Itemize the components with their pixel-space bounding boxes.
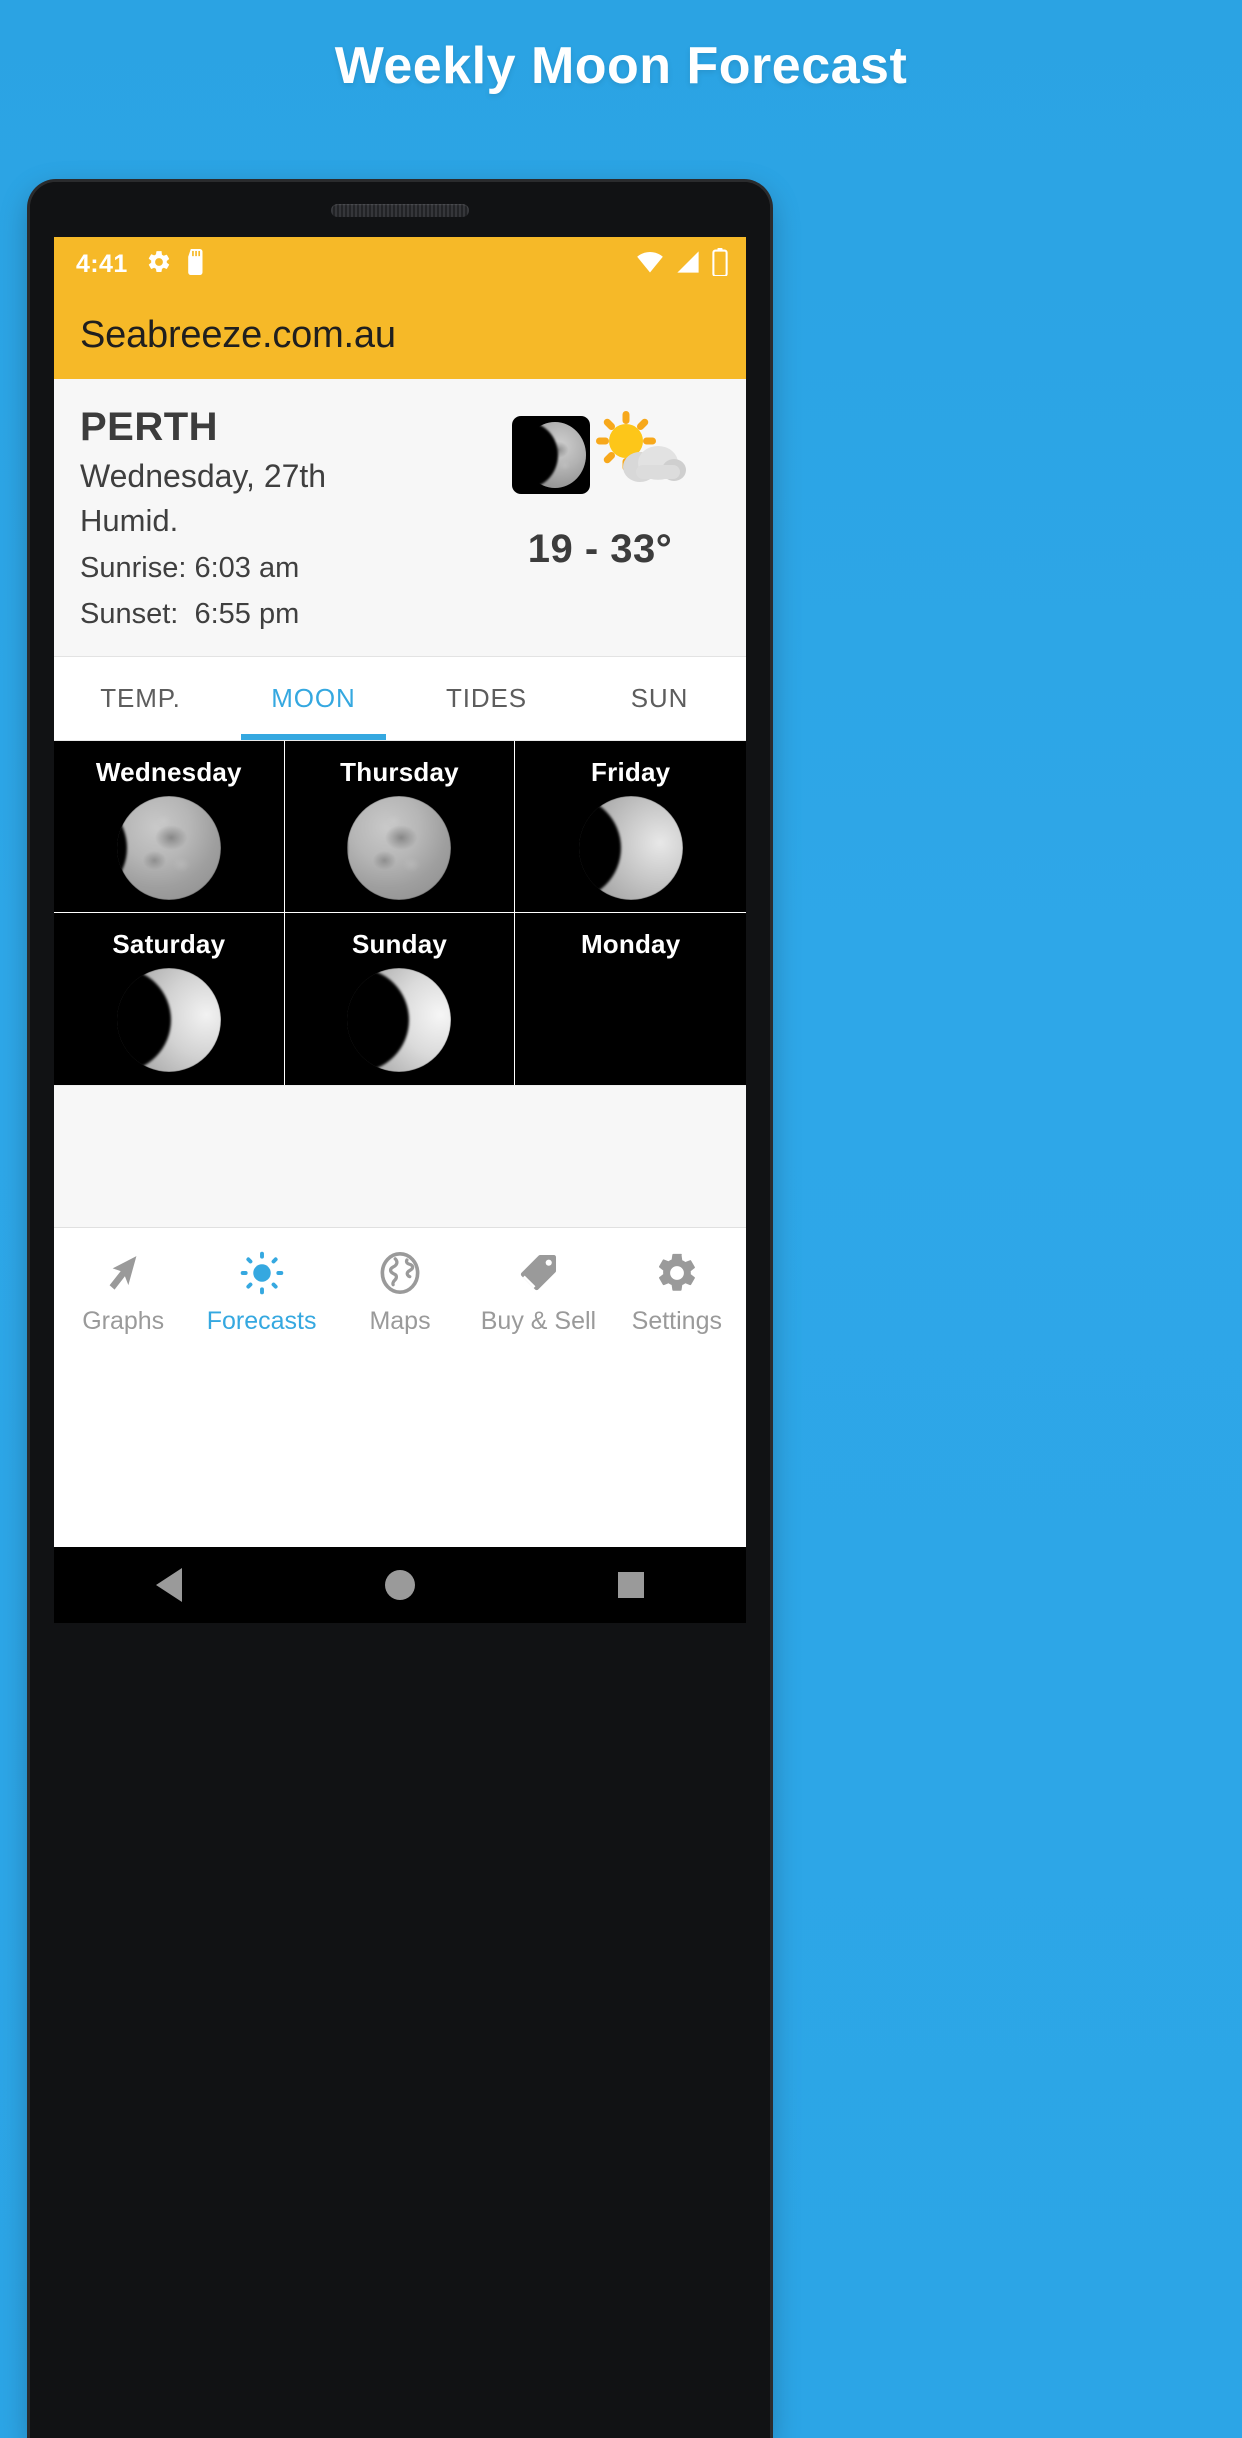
moon-day-cell[interactable]: Friday <box>515 741 746 913</box>
sun-icon <box>239 1247 285 1299</box>
back-button[interactable] <box>155 1568 182 1602</box>
ad-placeholder-area <box>54 1084 746 1227</box>
sunset-text: Sunset: 6:55 pm <box>80 598 300 631</box>
moon-phase-graphic <box>578 795 683 900</box>
summary-icon-block: 19 - 33° <box>480 405 720 634</box>
summary-text-block: PERTH Wednesday, 27th Humid. Sunrise: 6:… <box>80 405 480 634</box>
nav-item-buy-sell[interactable]: Buy & Sell <box>469 1247 607 1336</box>
location-name: PERTH <box>80 405 219 449</box>
status-bar: 4:41 <box>54 237 746 291</box>
moon-day-cell[interactable]: Monday <box>515 913 746 1085</box>
moon-phase-graphic <box>347 795 452 900</box>
nav-label: Settings <box>631 1306 722 1335</box>
earpiece-speaker <box>331 204 469 217</box>
moon-phase-graphic <box>347 967 452 1072</box>
arrow-up-right-icon <box>100 1247 146 1299</box>
summary-icons-row <box>512 409 688 501</box>
forecast-tabs: TEMP. MOON TIDES SUN <box>54 656 746 741</box>
nav-label: Buy & Sell <box>480 1306 597 1335</box>
moon-phase-icon <box>512 416 590 494</box>
location-summary-card: PERTH Wednesday, 27th Humid. Sunrise: 6:… <box>54 379 746 657</box>
tab-temp[interactable]: TEMP. <box>54 657 227 740</box>
gear-icon <box>654 1247 700 1299</box>
android-system-nav <box>54 1547 746 1623</box>
home-button[interactable] <box>384 1570 415 1600</box>
moon-phase-grid: Wednesday Thursday Friday Saturday Sunda… <box>54 740 746 1085</box>
moon-phase-graphic <box>116 795 221 900</box>
moon-day-label: Saturday <box>112 928 226 959</box>
nav-label: Maps <box>369 1306 431 1335</box>
moon-day-cell[interactable]: Thursday <box>284 740 516 913</box>
moon-day-label: Monday <box>580 928 681 959</box>
tab-moon[interactable]: MOON <box>227 657 400 740</box>
sunrise-text: Sunrise: 6:03 am <box>80 551 300 584</box>
signal-icon <box>675 250 701 279</box>
sun-behind-cloud-icon <box>596 410 688 500</box>
moon-day-label: Sunday <box>351 928 448 959</box>
globe-icon <box>377 1247 423 1299</box>
tab-tides[interactable]: TIDES <box>400 657 573 740</box>
bottom-navigation-bar: Graphs Forecasts Maps Buy & Sell Setting… <box>54 1226 746 1355</box>
gear-icon <box>146 249 172 280</box>
temperature-range: 19 - 33° <box>527 527 673 571</box>
forecast-date: Wednesday, 27th <box>80 457 327 494</box>
price-tag-icon <box>515 1247 561 1299</box>
nav-item-forecasts[interactable]: Forecasts <box>192 1247 330 1336</box>
nav-item-settings[interactable]: Settings <box>608 1247 746 1336</box>
phone-device-frame: 4:41 Seabreeze.com.au PERTH Wednesday, 2… <box>30 182 770 2438</box>
conditions-text: Humid. <box>80 502 179 538</box>
status-bar-time: 4:41 <box>76 249 128 278</box>
app-title: Seabreeze.com.au <box>80 313 396 356</box>
wifi-icon <box>636 250 664 279</box>
moon-day-label: Friday <box>591 756 671 787</box>
moon-day-cell[interactable]: Sunday <box>285 912 516 1085</box>
page-title: Weekly Moon Forecast <box>334 37 908 95</box>
nav-item-maps[interactable]: Maps <box>331 1247 469 1336</box>
nav-label: Forecasts <box>206 1306 317 1335</box>
phone-screen: 4:41 Seabreeze.com.au PERTH Wednesday, 2… <box>54 237 746 1547</box>
tab-sun[interactable]: SUN <box>573 657 746 740</box>
moon-phase-graphic <box>116 967 221 1072</box>
nav-item-graphs[interactable]: Graphs <box>54 1247 192 1336</box>
app-bar: Seabreeze.com.au <box>54 291 746 379</box>
moon-day-cell[interactable]: Wednesday <box>54 740 285 913</box>
recents-button[interactable] <box>618 1572 645 1598</box>
status-bar-left-icons <box>146 248 206 280</box>
moon-phase-graphic <box>579 960 683 1064</box>
nav-label: Graphs <box>82 1306 165 1335</box>
sd-card-icon <box>186 248 206 280</box>
device-bottom-bezel <box>30 1623 770 2438</box>
moon-day-label: Thursday <box>340 756 459 787</box>
moon-day-label: Wednesday <box>95 756 242 787</box>
battery-charging-icon <box>712 247 728 281</box>
moon-day-cell[interactable]: Saturday <box>54 912 285 1085</box>
status-bar-right-icons <box>636 247 728 281</box>
device-top-bezel <box>30 182 770 237</box>
